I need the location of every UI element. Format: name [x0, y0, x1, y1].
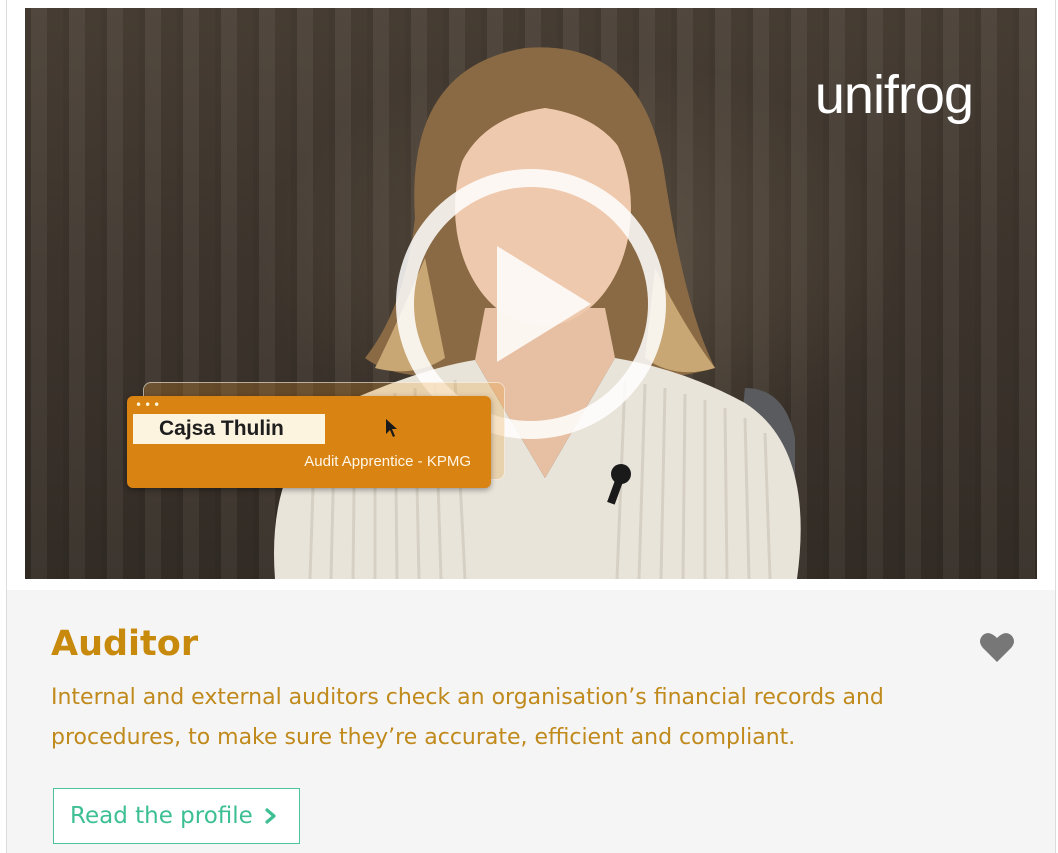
speaker-name: Cajsa Thulin: [133, 414, 325, 444]
career-title: Auditor: [51, 624, 199, 664]
video-player[interactable]: unifrog ••• Cajsa Thulin Audit Apprentic…: [25, 8, 1037, 579]
speaker-role: Audit Apprentice - KPMG: [304, 453, 471, 470]
career-card: unifrog ••• Cajsa Thulin Audit Apprentic…: [6, 0, 1056, 853]
lower-third-panel: ••• Cajsa Thulin Audit Apprentice - KPMG: [127, 396, 491, 488]
unifrog-logo: unifrog: [814, 65, 974, 125]
window-dots-icon: •••: [135, 398, 163, 412]
read-profile-button[interactable]: Read the profile: [53, 788, 300, 844]
profile-summary: Auditor Internal and external auditors c…: [7, 590, 1055, 853]
career-description: Internal and external auditors check an …: [51, 685, 884, 750]
pointer-cursor-icon: [386, 419, 397, 437]
chevron-right-icon: [265, 808, 276, 824]
heart-icon[interactable]: [979, 630, 1015, 664]
name-lower-third: ••• Cajsa Thulin Audit Apprentice - KPMG: [127, 380, 507, 490]
video-section: unifrog ••• Cajsa Thulin Audit Apprentic…: [7, 0, 1055, 590]
read-profile-label: Read the profile: [70, 803, 253, 829]
